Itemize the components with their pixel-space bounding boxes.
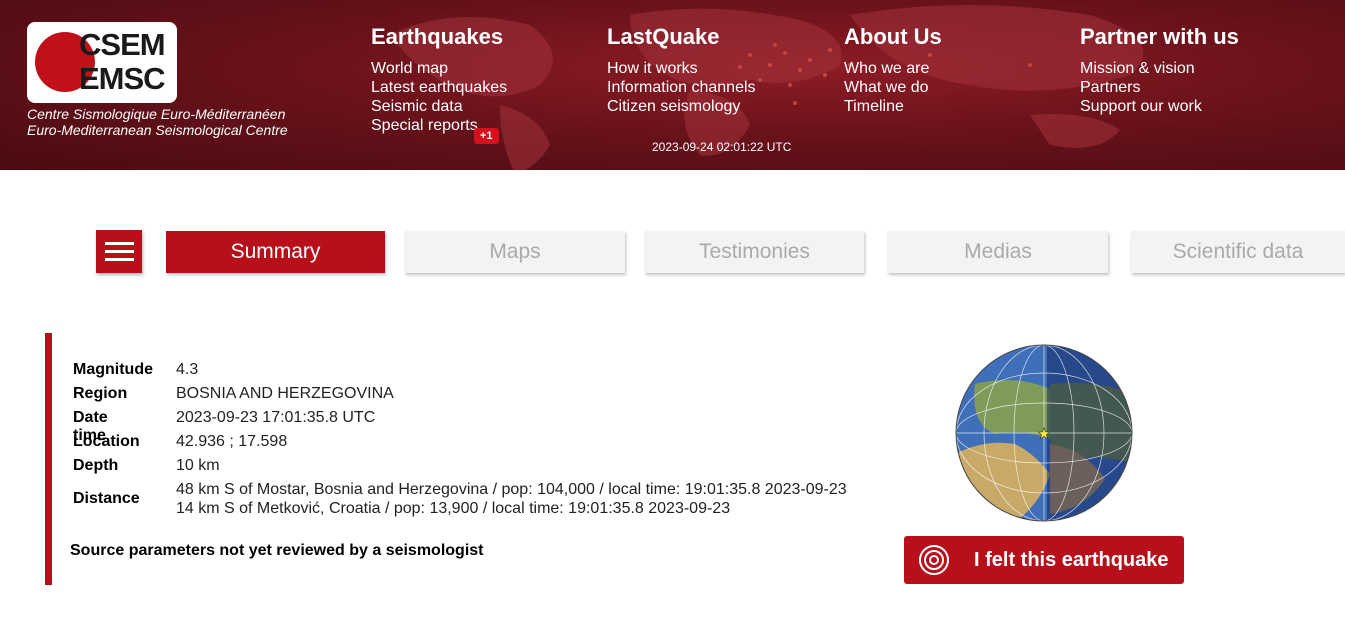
nav-link-how-it-works[interactable]: How it works: [607, 59, 756, 78]
event-summary-panel: Magnitude 4.3 Region BOSNIA AND HERZEGOV…: [45, 333, 847, 585]
felt-button-label: I felt this earthquake: [974, 549, 1169, 571]
region-value: BOSNIA AND HERZEGOVINA: [176, 385, 394, 402]
nav-link-support[interactable]: Support our work: [1080, 97, 1239, 116]
tab-maps[interactable]: Maps: [405, 231, 625, 273]
location-value: 42.936 ; 17.598: [176, 433, 288, 450]
hamburger-menu-button[interactable]: [96, 230, 142, 273]
nav-lastquake: LastQuake How it works Information chann…: [607, 24, 756, 116]
logo-text: CSEM EMSC: [79, 27, 166, 96]
special-reports-badge: +1: [474, 128, 499, 144]
site-header: CSEM EMSC Centre Sismologique Euro-Médit…: [0, 0, 1345, 170]
emsc-logo[interactable]: CSEM EMSC: [27, 22, 177, 103]
nav-link-mission[interactable]: Mission & vision: [1080, 59, 1239, 78]
depth-label: Depth: [73, 457, 119, 474]
review-note: Source parameters not yet reviewed by a …: [70, 542, 484, 559]
nav-link-who-we-are[interactable]: Who we are: [844, 59, 942, 78]
nav-link-world-map[interactable]: World map: [371, 59, 507, 78]
nav-link-seismic-data[interactable]: Seismic data: [371, 97, 507, 116]
nav-earthquakes: Earthquakes World map Latest earthquakes…: [371, 24, 507, 135]
nav-heading-partner[interactable]: Partner with us: [1080, 24, 1239, 50]
nav-heading-earthquakes[interactable]: Earthquakes: [371, 24, 507, 50]
utc-clock: 2023-09-24 02:01:22 UTC: [652, 140, 792, 154]
location-label: Location: [73, 433, 140, 450]
distance-value-1: 48 km S of Mostar, Bosnia and Herzegovin…: [176, 481, 847, 498]
region-label: Region: [73, 385, 128, 402]
magnitude-label: Magnitude: [73, 361, 153, 378]
nav-link-citizen-seismology[interactable]: Citizen seismology: [607, 97, 756, 116]
nav-link-what-we-do[interactable]: What we do: [844, 78, 942, 97]
nav-link-timeline[interactable]: Timeline: [844, 97, 942, 116]
nav-about-us: About Us Who we are What we do Timeline: [844, 24, 942, 116]
epicenter-globe-map: [955, 344, 1133, 522]
tab-summary[interactable]: Summary: [166, 231, 385, 273]
nav-link-latest-earthquakes[interactable]: Latest earthquakes: [371, 78, 507, 97]
nav-partner: Partner with us Mission & vision Partner…: [1080, 24, 1239, 116]
menu-icon-bar: [105, 242, 134, 245]
distance-label: Distance: [73, 490, 140, 507]
logo-subtitle: Centre Sismologique Euro-Méditerranéen E…: [27, 106, 288, 138]
felt-earthquake-button[interactable]: I felt this earthquake: [904, 536, 1184, 584]
tab-testimonies[interactable]: Testimonies: [645, 231, 864, 273]
distance-value-2: 14 km S of Metković, Croatia / pop: 13,9…: [176, 500, 731, 517]
tab-scientific-data[interactable]: Scientific data: [1131, 231, 1345, 273]
menu-icon-bar: [105, 258, 134, 261]
nav-heading-lastquake[interactable]: LastQuake: [607, 24, 756, 50]
depth-value: 10 km: [176, 457, 220, 474]
magnitude-value: 4.3: [176, 361, 199, 378]
tab-medias[interactable]: Medias: [888, 231, 1108, 273]
felt-ripple-icon: [919, 545, 949, 575]
nav-link-partners[interactable]: Partners: [1080, 78, 1239, 97]
nav-link-information-channels[interactable]: Information channels: [607, 78, 756, 97]
globe-graphic: [955, 344, 1133, 522]
menu-icon-bar: [105, 250, 134, 253]
datetime-value: 2023-09-23 17:01:35.8 UTC: [176, 409, 376, 426]
nav-heading-about-us[interactable]: About Us: [844, 24, 942, 50]
